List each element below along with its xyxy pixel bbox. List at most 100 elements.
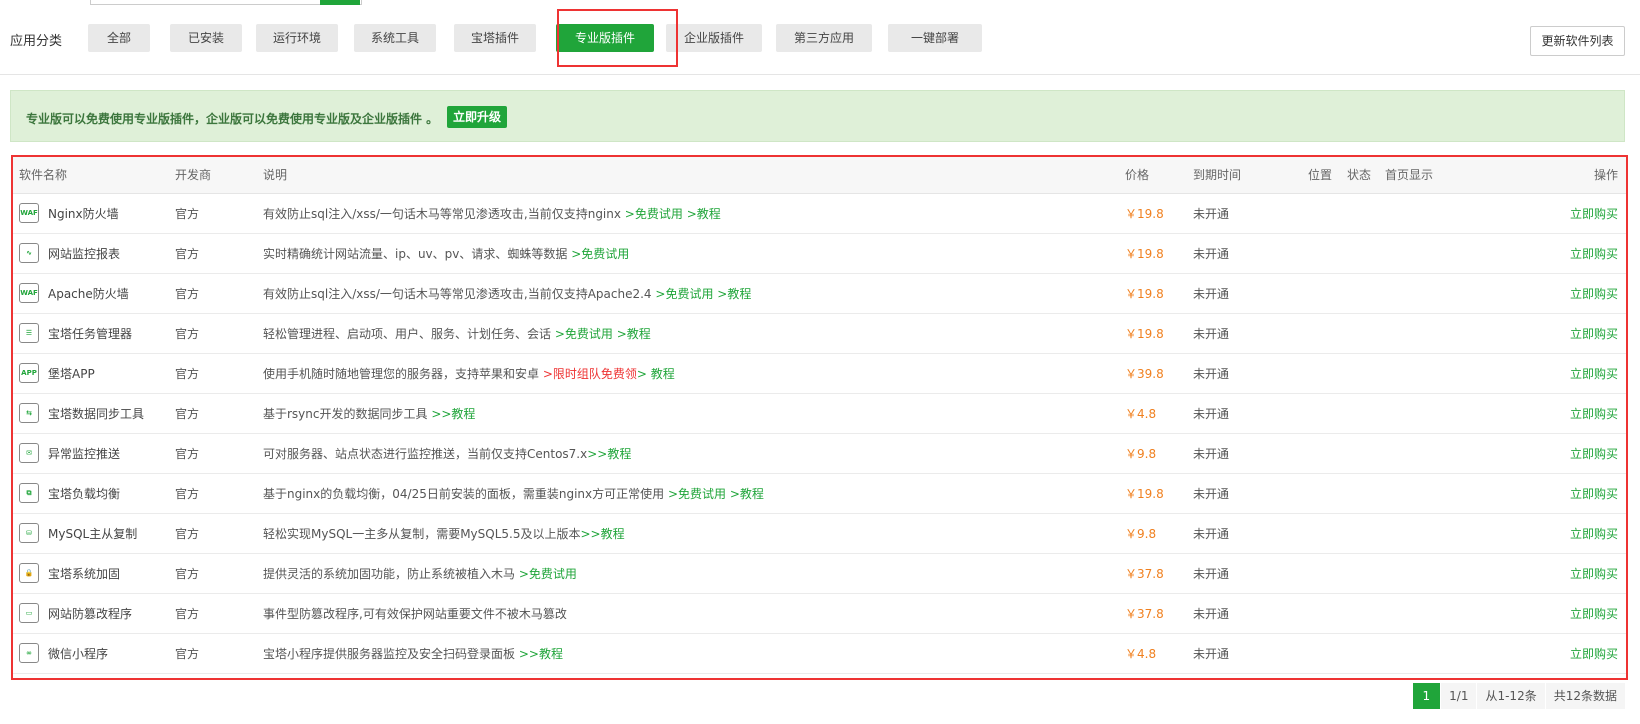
plugin-name[interactable]: 宝塔系统加固 [48,565,120,582]
buy-now-link[interactable]: 立即购买 [1465,473,1626,514]
category-tab[interactable]: 宝塔插件 [454,24,536,52]
buy-now-link[interactable]: 立即购买 [1465,313,1626,354]
tutorial-link[interactable]: >>教程 [581,527,625,541]
plugin-name[interactable]: MySQL主从复制 [48,525,137,542]
homepage-cell [1385,593,1465,634]
plugin-name[interactable]: 宝塔数据同步工具 [48,405,144,422]
free-trial-link[interactable]: >免费试用 [655,287,713,301]
position-cell [1308,393,1347,434]
description-cell: 提供灵活的系统加固功能，防止系统被植入木马 >免费试用 [263,553,1125,594]
name-wrap: ∿ 网站监控报表 [19,243,175,263]
free-trial-link[interactable]: >免费试用 [668,487,726,501]
refresh-software-list-button[interactable]: 更新软件列表 [1530,26,1625,56]
position-cell [1308,313,1347,354]
buy-now-link[interactable]: 立即购买 [1465,593,1626,634]
tutorial-link[interactable]: >>教程 [431,407,475,421]
free-trial-link[interactable]: >免费试用 [625,207,683,221]
price-cell: ￥9.8 [1125,433,1193,474]
search-button-edge[interactable] [320,0,360,5]
col-position: 位置 [1308,157,1347,194]
expiry-cell: 未开通 [1193,393,1308,434]
price-cell: ￥4.8 [1125,393,1193,434]
name-cell: ∿ 网站监控报表 [13,233,175,274]
category-tab[interactable]: 运行环境 [256,24,338,52]
table-row: ☰ 宝塔任务管理器 官方 轻松管理进程、启动项、用户、服务、计划任务、会话 >免费试用… [13,313,1626,354]
plugin-name[interactable]: 宝塔负载均衡 [48,485,120,502]
upgrade-button[interactable]: 立即升级 [447,106,508,128]
name-cell: ⇆ 宝塔数据同步工具 [13,393,175,434]
plugin-name[interactable]: Nginx防火墙 [48,205,119,222]
tutorial-link[interactable]: >>教程 [587,447,631,461]
status-cell [1347,513,1385,554]
homepage-cell [1385,233,1465,274]
buy-now-link[interactable]: 立即购买 [1465,193,1626,234]
buy-now-link[interactable]: 立即购买 [1465,513,1626,554]
buy-now-link[interactable]: 立即购买 [1465,353,1626,394]
developer-cell: 官方 [175,433,263,474]
notice-text: 专业版可以免费使用专业版插件，企业版可以免费使用专业版及企业版插件 。 [26,112,439,126]
plugin-name[interactable]: 堡塔APP [48,365,95,382]
position-cell [1308,193,1347,234]
description-cell: 有效防止sql注入/xss/一句话木马等常见渗透攻击,当前仅支持nginx >免… [263,193,1125,234]
developer-cell: 官方 [175,393,263,434]
tutorial-link[interactable]: >教程 [687,207,721,221]
tutorial-link[interactable]: >教程 [717,287,751,301]
status-cell [1347,633,1385,674]
plugin-name[interactable]: 微信小程序 [48,645,108,662]
category-tab[interactable]: 一键部署 [888,24,982,52]
name-wrap: WAF Nginx防火墙 [19,203,175,223]
expiry-cell: 未开通 [1193,433,1308,474]
buy-now-link[interactable]: 立即购买 [1465,433,1626,474]
plugin-table: 软件名称 开发商 说明 价格 到期时间 位置 状态 首页显示 操作 WAF Ngi… [13,157,1626,674]
browser-lock-icon: ▭ [19,603,39,623]
category-label: 应用分类 [10,34,63,49]
free-trial-link[interactable]: >免费试用 [519,567,577,581]
category-tab[interactable]: 企业版插件 [666,24,762,52]
expiry-cell: 未开通 [1193,553,1308,594]
plugin-name[interactable]: 宝塔任务管理器 [48,325,132,342]
tutorial-link[interactable]: >>教程 [519,647,563,661]
position-cell [1308,553,1347,594]
col-expiry[interactable]: 到期时间 [1193,157,1308,194]
col-name[interactable]: 软件名称 [13,157,175,194]
buy-now-link[interactable]: 立即购买 [1465,273,1626,314]
page-total: 共12条数据 [1544,683,1625,709]
plugin-name[interactable]: 异常监控推送 [48,445,120,462]
status-cell [1347,273,1385,314]
description-cell: 使用手机随时随地管理您的服务器，支持苹果和安卓 >限时组队免费领> 教程 [263,353,1125,394]
buy-now-link[interactable]: 立即购买 [1465,633,1626,674]
promo-link[interactable]: >限时组队免费领 [543,367,637,381]
plugin-name[interactable]: 网站监控报表 [48,245,120,262]
name-cell: WAF Nginx防火墙 [13,193,175,234]
category-tab[interactable]: 系统工具 [354,24,436,52]
category-tab[interactable]: 第三方应用 [776,24,872,52]
name-wrap: ▭ 网站防篡改程序 [19,603,175,623]
tutorial-link[interactable]: >教程 [617,327,651,341]
status-cell [1347,433,1385,474]
lock-shield-icon: 🔒 [19,563,39,583]
buy-now-link[interactable]: 立即购买 [1465,553,1626,594]
page-count: 1/1 [1440,683,1477,709]
free-trial-link[interactable]: >免费试用 [571,247,629,261]
homepage-cell [1385,553,1465,594]
category-tab[interactable]: 已安装 [170,24,242,52]
plugin-name[interactable]: 网站防篡改程序 [48,605,132,622]
tutorial-link[interactable]: > 教程 [637,367,675,381]
buy-now-link[interactable]: 立即购买 [1465,233,1626,274]
description-cell: 有效防止sql注入/xss/一句话木马等常见渗透攻击,当前仅支持Apache2.… [263,273,1125,314]
page-range: 从1-12条 [1476,683,1545,709]
col-price[interactable]: 价格 [1125,157,1193,194]
name-wrap: WAF Apache防火墙 [19,283,175,303]
buy-now-link[interactable]: 立即购买 [1465,393,1626,434]
status-cell [1347,233,1385,274]
page-current[interactable]: 1 [1411,683,1441,709]
developer-cell: 官方 [175,313,263,354]
tutorial-link[interactable]: >教程 [730,487,764,501]
description-cell: 基于nginx的负载均衡，04/25日前安装的面板，需重装nginx方可正常使用… [263,473,1125,514]
col-status: 状态 [1347,157,1385,194]
category-tab[interactable]: 全部 [88,24,150,52]
plugin-name[interactable]: Apache防火墙 [48,285,129,302]
free-trial-link[interactable]: >免费试用 [555,327,613,341]
developer-cell: 官方 [175,593,263,634]
homepage-cell [1385,633,1465,674]
